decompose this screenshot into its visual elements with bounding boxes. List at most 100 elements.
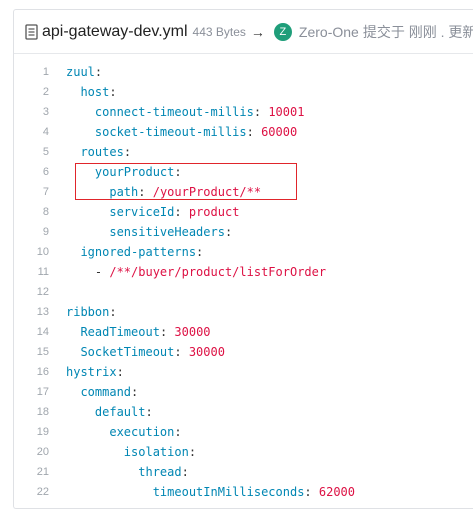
line-number: 3 xyxy=(42,106,49,118)
code-line: 13 ribbon: xyxy=(14,302,473,322)
yaml-separator: : xyxy=(109,305,117,319)
commit-author-link[interactable]: Zero-One xyxy=(299,24,359,40)
yaml-separator: : xyxy=(246,125,262,139)
yaml-value: 60000 xyxy=(261,125,298,139)
code-line: 20 isolation: xyxy=(14,442,473,462)
commit-message: 提交于 刚刚 . 更新 xyxy=(362,23,473,40)
line-number: 20 xyxy=(36,446,49,458)
line-number: 12 xyxy=(36,286,49,298)
code-line: 18 default: xyxy=(14,402,473,422)
yaml-separator: : xyxy=(123,145,132,159)
yaml-key: ReadTimeout xyxy=(80,325,160,339)
line-number: 22 xyxy=(36,486,49,498)
code-view: 1 zuul: 2 host: 3 connect-timeout-millis: 1… xyxy=(14,62,473,502)
code-line: 8 serviceId: product xyxy=(14,202,473,222)
line-number: 4 xyxy=(42,126,49,138)
line-number: 18 xyxy=(36,406,49,418)
code-line: 5 routes: xyxy=(14,142,473,162)
code-content: sensitiveHeaders: xyxy=(66,222,232,242)
code-line: 15 SocketTimeout: 30000 xyxy=(14,342,473,362)
code-line: 12 xyxy=(14,282,473,302)
yaml-separator: : xyxy=(138,185,153,199)
code-content: ReadTimeout: 30000 xyxy=(66,322,211,342)
yaml-value: product xyxy=(188,205,240,219)
yaml-separator: : xyxy=(174,425,182,439)
line-number: 2 xyxy=(42,86,49,98)
yaml-value: 30000 xyxy=(174,325,211,339)
yaml-key: connect-timeout-millis xyxy=(94,105,254,119)
yaml-separator: : xyxy=(181,465,189,479)
yaml-value: 62000 xyxy=(318,485,355,499)
code-content: connect-timeout-millis: 10001 xyxy=(66,102,305,122)
code-content: thread: xyxy=(66,462,189,482)
yaml-key: zuul xyxy=(66,65,95,79)
yaml-separator: : xyxy=(116,365,124,379)
yaml-value: /**/buyer/product/listForOrder xyxy=(109,265,327,279)
yaml-separator: : xyxy=(174,345,189,359)
code-line: 3 connect-timeout-millis: 10001 xyxy=(14,102,473,122)
avatar[interactable]: Z xyxy=(273,22,292,41)
code-line: 17 command: xyxy=(14,382,473,402)
line-number: 9 xyxy=(42,226,49,238)
file-size: 443 Bytes xyxy=(192,24,246,39)
code-line: 16 hystrix: xyxy=(14,362,473,382)
line-number: 17 xyxy=(36,386,49,398)
yaml-value: /yourProduct/** xyxy=(152,185,262,199)
code-content: command: xyxy=(66,382,138,402)
yaml-separator: : xyxy=(174,165,182,179)
yaml-key: execution xyxy=(109,425,175,439)
line-number: 21 xyxy=(36,466,49,478)
code-content: serviceId: product xyxy=(66,202,239,222)
line-number: 15 xyxy=(36,346,49,358)
yaml-key: thread xyxy=(138,465,182,479)
line-number: 14 xyxy=(36,326,49,338)
yaml-key: sensitiveHeaders xyxy=(109,225,225,239)
code-content: hystrix: xyxy=(66,362,124,382)
code-line: 21 thread: xyxy=(14,462,473,482)
line-number: 7 xyxy=(42,186,49,198)
file-icon xyxy=(25,23,38,40)
yaml-separator: : xyxy=(159,325,175,339)
line-number: 8 xyxy=(42,206,49,218)
line-number: 10 xyxy=(36,246,49,258)
yaml-key: ribbon xyxy=(66,305,110,319)
line-number: 13 xyxy=(36,306,49,318)
yaml-key: hystrix xyxy=(66,365,117,379)
code-line: 14 ReadTimeout: 30000 xyxy=(14,322,473,342)
code-content: timeoutInMilliseconds: 62000 xyxy=(66,482,355,502)
yaml-separator: : xyxy=(304,485,319,499)
code-line: 10 ignored-patterns: xyxy=(14,242,473,262)
code-content: host: xyxy=(66,82,116,102)
yaml-key: isolation xyxy=(123,445,189,459)
code-content: execution: xyxy=(66,422,182,442)
line-number: 19 xyxy=(36,426,49,438)
yaml-separator: : xyxy=(253,105,269,119)
code-line: 22 timeoutInMilliseconds: 62000 xyxy=(14,482,473,502)
code-content: zuul: xyxy=(66,62,102,82)
yaml-separator: : xyxy=(188,445,197,459)
code-content: socket-timeout-millis: 60000 xyxy=(66,122,297,142)
code-content: routes: xyxy=(66,142,131,162)
code-line: 1 zuul: xyxy=(14,62,473,82)
code-line: 2 host: xyxy=(14,82,473,102)
yaml-separator: : xyxy=(224,225,233,239)
code-line: 11 - /**/buyer/product/listForOrder xyxy=(14,262,473,282)
yaml-key: yourProduct xyxy=(94,165,175,179)
yaml-separator: : xyxy=(196,245,204,259)
line-number: 5 xyxy=(42,146,49,158)
code-line: 4 socket-timeout-millis: 60000 xyxy=(14,122,473,142)
yaml-key: timeoutInMilliseconds xyxy=(152,485,305,499)
yaml-separator: : xyxy=(145,405,153,419)
line-number: 1 xyxy=(42,66,49,78)
yaml-key: path xyxy=(109,185,139,199)
code-content: SocketTimeout: 30000 xyxy=(66,342,225,362)
code-content: yourProduct: xyxy=(66,162,182,182)
code-content: default: xyxy=(66,402,153,422)
